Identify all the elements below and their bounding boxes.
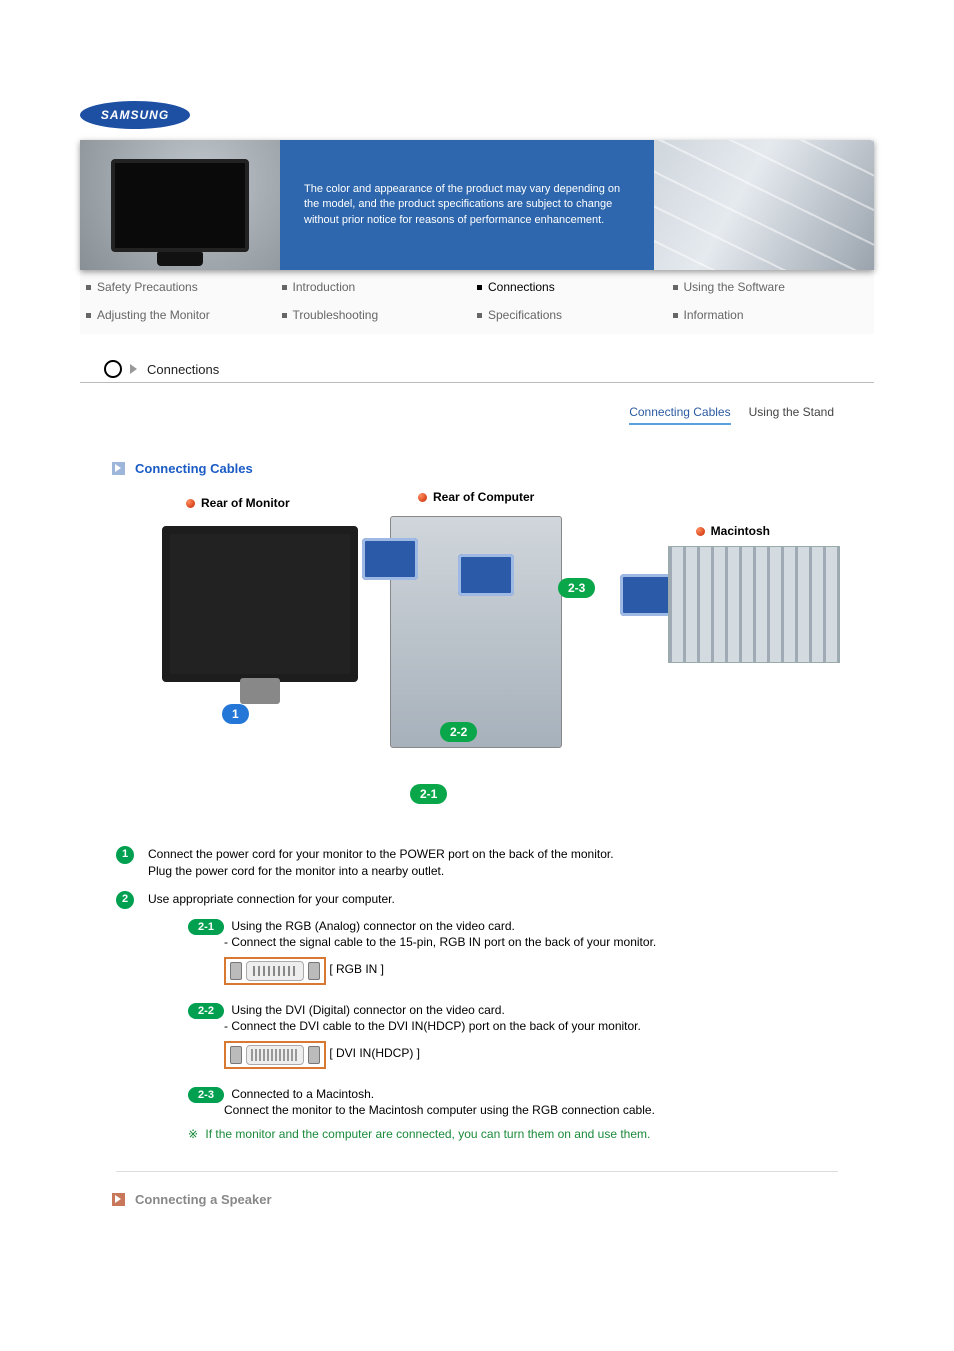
- substep-badge: 2-1: [188, 919, 224, 935]
- diagram-pill-1: 1: [222, 704, 249, 724]
- breadcrumb-triangle-icon: [130, 364, 137, 374]
- step-2: 2 Use appropriate connection for your co…: [116, 891, 874, 909]
- step-1-line-1: Connect the power cord for your monitor …: [148, 846, 614, 863]
- hero-notice-text: The color and appearance of the product …: [304, 182, 630, 228]
- nav-item-label: Troubleshooting: [293, 308, 379, 322]
- nav-bullet-icon: [86, 285, 91, 290]
- subtab-connecting-cables[interactable]: Connecting Cables: [629, 405, 730, 425]
- divider: [116, 1171, 838, 1172]
- label-text: Macintosh: [711, 524, 770, 538]
- vga-plug-icon: [458, 554, 514, 596]
- top-nav: Safety Precautions Introduction Connection…: [80, 270, 874, 334]
- step-number: 2: [116, 891, 134, 909]
- dvi-in-port-icon: [224, 1041, 326, 1069]
- nav-item-introduction[interactable]: Introduction: [282, 280, 478, 294]
- breadcrumb-text: Connections: [147, 362, 219, 377]
- brand-logo: SAMSUNG SAMSUNG: [80, 100, 190, 122]
- step-2-3-line-2: Connect the monitor to the Macintosh com…: [224, 1103, 874, 1117]
- dvi-in-label: [ DVI IN(HDCP) ]: [329, 1046, 420, 1060]
- note-ready: ※ If the monitor and the computer are co…: [188, 1127, 874, 1141]
- hero-deco: [654, 140, 874, 270]
- nav-item-label: Using the Software: [684, 280, 785, 294]
- breadcrumb: Connections: [80, 360, 874, 383]
- diagram-pill-2-1: 2-1: [410, 784, 447, 804]
- hero-banner: The color and appearance of the product …: [80, 140, 874, 270]
- label-text: Rear of Computer: [433, 490, 534, 504]
- nav-item-label: Adjusting the Monitor: [97, 308, 210, 322]
- nav-item-connections[interactable]: Connections: [477, 280, 673, 294]
- step-1-line-2: Plug the power cord for the monitor into…: [148, 863, 614, 880]
- label-text: Rear of Monitor: [201, 496, 290, 510]
- step-2-1-line-1: Using the RGB (Analog) connector on the …: [231, 919, 515, 933]
- monitor-icon: [111, 159, 249, 252]
- dot-icon: [186, 499, 195, 508]
- section-connecting-cables-heading: Connecting Cables: [112, 461, 874, 476]
- hero-monitor-image: [80, 140, 280, 270]
- diagram-monitor-rear: [162, 526, 358, 682]
- step-2-3: 2-3 Connected to a Macintosh. Connect th…: [188, 1087, 874, 1117]
- label-macintosh: Macintosh: [696, 524, 770, 538]
- jack-icon: [308, 962, 320, 980]
- nav-item-label: Safety Precautions: [97, 280, 198, 294]
- nav-item-using-the-software[interactable]: Using the Software: [673, 280, 869, 294]
- nav-item-information[interactable]: Information: [673, 308, 869, 322]
- section-title: Connecting Cables: [135, 461, 253, 476]
- nav-item-label: Specifications: [488, 308, 562, 322]
- note-text: If the monitor and the computer are conn…: [205, 1127, 650, 1141]
- rgb-in-port-icon: [224, 957, 326, 985]
- nav-bullet-icon: [86, 313, 91, 318]
- nav-bullet-icon: [282, 313, 287, 318]
- nav-item-label: Connections: [488, 280, 555, 294]
- vga-port-icon: [246, 961, 304, 981]
- hero-notice: The color and appearance of the product …: [280, 140, 654, 270]
- dot-icon: [696, 527, 705, 536]
- step-2-2-line-1: Using the DVI (Digital) connector on the…: [231, 1003, 504, 1017]
- jack-icon: [230, 1046, 242, 1064]
- nav-bullet-icon: [673, 285, 678, 290]
- dvi-port-icon: [246, 1045, 304, 1065]
- vga-plug-icon: [362, 538, 418, 580]
- note-symbol-icon: ※: [188, 1127, 196, 1141]
- step-number: 1: [116, 846, 134, 864]
- breadcrumb-circle-icon: [104, 360, 122, 378]
- step-2-text: Use appropriate connection for your comp…: [148, 891, 395, 909]
- diagram-macintosh: [668, 546, 840, 663]
- jack-icon: [308, 1046, 320, 1064]
- nav-bullet-icon: [477, 285, 482, 290]
- section-play-icon: [112, 462, 125, 475]
- nav-item-specifications[interactable]: Specifications: [477, 308, 673, 322]
- nav-item-adjusting-the-monitor[interactable]: Adjusting the Monitor: [86, 308, 282, 322]
- section-connecting-speaker-heading: Connecting a Speaker: [112, 1192, 874, 1207]
- dot-icon: [418, 493, 427, 502]
- connection-diagram: Rear of Monitor Rear of Computer Macinto…: [140, 486, 840, 816]
- nav-bullet-icon: [282, 285, 287, 290]
- step-2-1-line-2: - Connect the signal cable to the 15-pin…: [224, 935, 874, 949]
- step-2-2: 2-2 Using the DVI (Digital) connector on…: [188, 1003, 874, 1073]
- mac-slots-icon: [669, 547, 839, 662]
- nav-item-safety-precautions[interactable]: Safety Precautions: [86, 280, 282, 294]
- section-play-icon: [112, 1193, 125, 1206]
- nav-bullet-icon: [477, 313, 482, 318]
- rgb-in-label: [ RGB IN ]: [329, 962, 384, 976]
- substep-badge: 2-3: [188, 1087, 224, 1103]
- step-2-1: 2-1 Using the RGB (Analog) connector on …: [188, 919, 874, 989]
- step-2-3-line-1: Connected to a Macintosh.: [231, 1087, 374, 1101]
- subtab-using-the-stand[interactable]: Using the Stand: [749, 405, 834, 425]
- diagram-pill-2-2: 2-2: [440, 722, 477, 742]
- diagram-pill-2-3: 2-3: [558, 578, 595, 598]
- section-title: Connecting a Speaker: [135, 1192, 272, 1207]
- label-rear-monitor: Rear of Monitor: [186, 496, 290, 510]
- step-1: 1 Connect the power cord for your monito…: [116, 846, 874, 881]
- jack-icon: [230, 962, 242, 980]
- sub-tabs: Connecting Cables Using the Stand: [80, 405, 834, 425]
- nav-bullet-icon: [673, 313, 678, 318]
- nav-item-troubleshooting[interactable]: Troubleshooting: [282, 308, 478, 322]
- substep-badge: 2-2: [188, 1003, 224, 1019]
- nav-item-label: Introduction: [293, 280, 356, 294]
- steps-list: 1 Connect the power cord for your monito…: [116, 846, 874, 1141]
- label-rear-computer: Rear of Computer: [418, 490, 534, 504]
- nav-item-label: Information: [684, 308, 744, 322]
- step-2-2-line-2: - Connect the DVI cable to the DVI IN(HD…: [224, 1019, 874, 1033]
